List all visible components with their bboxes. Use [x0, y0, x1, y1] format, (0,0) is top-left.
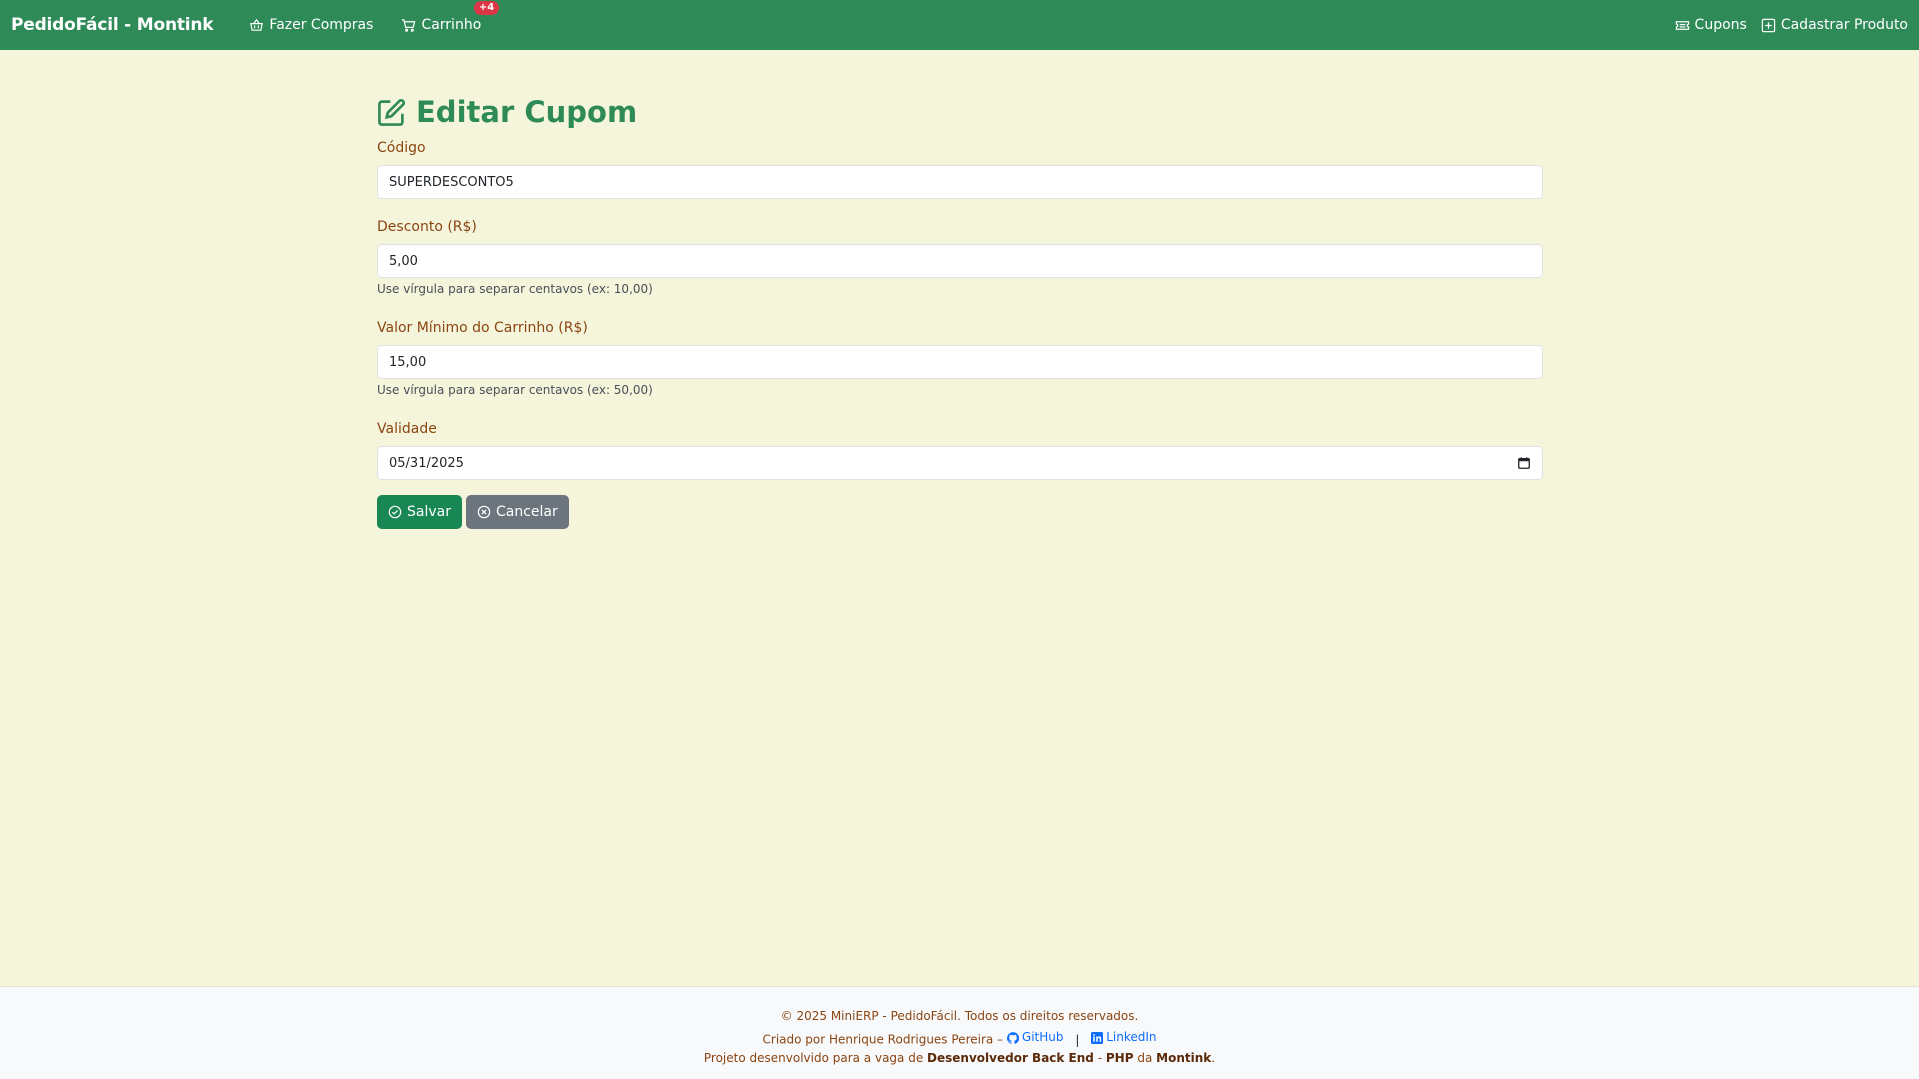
min-cart-label: Valor Mínimo do Carrinho (R$) [377, 320, 588, 336]
navbar: PedidoFácil - Montink Fazer Compras Carr… [0, 0, 1919, 50]
brand-link[interactable]: PedidoFácil - Montink [11, 15, 214, 35]
linkedin-label: LinkedIn [1106, 1030, 1157, 1044]
footer-period: . [1211, 1051, 1216, 1065]
cancel-button-label: Cancelar [495, 504, 558, 520]
save-button[interactable]: Salvar [377, 495, 462, 529]
nav-shop-label: Fazer Compras [269, 17, 374, 33]
footer-project: Projeto desenvolvido para a vaga de Dese… [0, 1048, 1919, 1069]
page-title: Editar Cupom [377, 94, 1543, 130]
coupon-form: Código SUPERDESCONTO5 Desconto (R$) 5,00… [377, 138, 1543, 529]
main-content: Editar Cupom Código SUPERDESCONTO5 Desco… [377, 94, 1543, 529]
save-button-label: Salvar [407, 504, 451, 520]
footer-created-by: Criado por Henrique Rodrigues Pereira – [762, 1032, 1004, 1047]
nav-cart-label: Carrinho [421, 17, 482, 33]
nav-links: Fazer Compras Carrinho +4 [249, 1, 500, 33]
form-actions: Salvar Cancelar [377, 495, 1543, 529]
plus-square-icon [1761, 18, 1776, 32]
discount-group: Desconto (R$) 5,00 Use vírgula para sepa… [377, 217, 1543, 297]
min-cart-help: Use vírgula para separar centavos (ex: 5… [377, 383, 653, 397]
github-icon [1006, 1031, 1019, 1044]
edit-icon [378, 98, 406, 126]
cart-icon [402, 18, 416, 32]
footer-dash: - [1097, 1051, 1103, 1065]
min-cart-group: Valor Mínimo do Carrinho (R$) 15,00 Use … [377, 318, 1543, 398]
footer: © 2025 MiniERP - PedidoFácil. Todos os d… [0, 986, 1919, 1079]
validity-date-input[interactable]: 05/31/2025 [377, 446, 1543, 480]
validity-group: Validade 05/31/2025 [377, 419, 1543, 480]
discount-help: Use vírgula para separar centavos (ex: 1… [377, 282, 653, 296]
nav-coupons-link[interactable]: Cupons [1675, 17, 1747, 33]
footer-separator: | [1075, 1032, 1080, 1047]
nav-add-product-link[interactable]: Cadastrar Produto [1761, 17, 1908, 33]
validity-value: 05/31/2025 [389, 455, 464, 471]
footer-project-prefix: Projeto desenvolvido para a vaga de [703, 1051, 924, 1065]
linkedin-icon [1091, 1031, 1104, 1044]
footer-credits: Criado por Henrique Rodrigues Pereira – … [0, 1027, 1919, 1048]
footer-tech: PHP [1105, 1051, 1134, 1065]
x-circle-icon [477, 505, 491, 519]
footer-role: Desenvolvedor Back End [927, 1051, 1094, 1065]
ticket-icon [1675, 20, 1689, 30]
nav-cart-link[interactable]: Carrinho +4 [401, 1, 500, 33]
cancel-button[interactable]: Cancelar [465, 495, 569, 529]
footer-company: Montink [1156, 1051, 1212, 1065]
min-cart-input[interactable]: 15,00 [377, 345, 1543, 379]
page-title-text: Editar Cupom [416, 95, 638, 129]
github-label: GitHub [1021, 1030, 1064, 1044]
nav-coupons-label: Cupons [1694, 17, 1747, 33]
linkedin-link[interactable]: LinkedIn [1091, 1027, 1156, 1048]
check-circle-icon [388, 505, 402, 519]
code-label: Código [377, 140, 426, 156]
footer-copyright: © 2025 MiniERP - PedidoFácil. Todos os d… [780, 1009, 1139, 1023]
nav-add-product-label: Cadastrar Produto [1780, 17, 1908, 33]
nav-shop-link[interactable]: Fazer Compras [249, 17, 373, 33]
discount-input[interactable]: 5,00 [377, 244, 1543, 278]
calendar-icon[interactable] [1517, 456, 1531, 470]
cart-count-badge: +4 [473, 1, 500, 15]
code-input[interactable]: SUPERDESCONTO5 [377, 165, 1543, 199]
github-link[interactable]: GitHub [1006, 1027, 1064, 1048]
validity-label: Validade [377, 421, 437, 437]
basket-icon [250, 18, 264, 31]
nav-right: Cupons Cadastrar Produto [1675, 17, 1908, 33]
discount-label: Desconto (R$) [377, 219, 477, 235]
footer-da: da [1137, 1051, 1153, 1065]
code-group: Código SUPERDESCONTO5 [377, 138, 1543, 199]
